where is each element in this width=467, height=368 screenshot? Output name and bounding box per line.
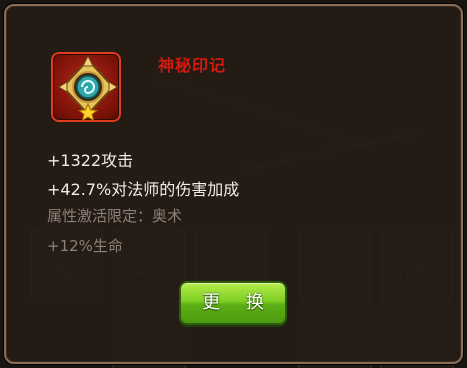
star-emblem-icon	[58, 54, 118, 122]
stat-damage-bonus: +42.7%对法师的伤害加成	[47, 180, 240, 199]
item-name: 神秘印记	[158, 56, 227, 75]
stat-activation-requirement: 属性激活限定：奥术	[47, 207, 183, 225]
change-button[interactable]: 更 换	[179, 281, 287, 325]
stat-health: +12%生命	[47, 237, 123, 255]
item-icon-frame	[51, 52, 121, 122]
stat-attack: +1322攻击	[47, 151, 134, 170]
